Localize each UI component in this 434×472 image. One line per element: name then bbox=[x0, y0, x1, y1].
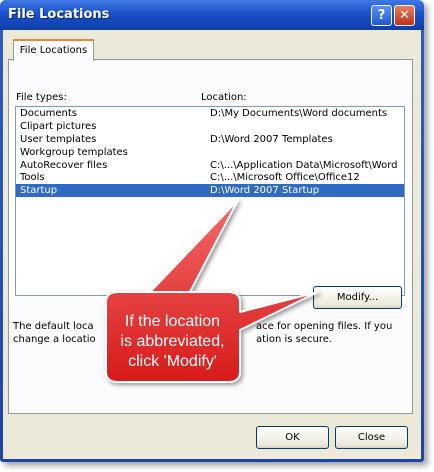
location-value: D:\Word 2007 Templates bbox=[210, 133, 333, 145]
ok-button[interactable]: OK bbox=[256, 426, 329, 449]
file-type: Documents bbox=[20, 108, 78, 119]
file-types-label: File types: bbox=[16, 92, 67, 103]
modify-button[interactable]: Modify... bbox=[313, 286, 402, 309]
file-type: AutoRecover files bbox=[20, 159, 108, 171]
file-type: Clipart pictures bbox=[20, 120, 97, 132]
list-item-selected[interactable]: Startup D:\Word 2007 Startup bbox=[16, 184, 404, 198]
file-type: User templates bbox=[20, 133, 97, 145]
close-window-button[interactable]: ✕ bbox=[394, 5, 415, 26]
location-value: C:\...\Application Data\Microsoft\Word bbox=[210, 159, 398, 171]
list-item[interactable]: User templates D:\Word 2007 Templates bbox=[16, 133, 404, 146]
info-line1-left: The default loca bbox=[13, 321, 94, 332]
file-type: Startup bbox=[20, 185, 58, 197]
list-item[interactable]: Clipart pictures bbox=[16, 120, 404, 133]
list-item[interactable]: Documents D:\My Documents\Word documents bbox=[16, 107, 404, 120]
list-item[interactable]: Workgroup templates bbox=[16, 146, 404, 159]
title-bar[interactable]: File Locations ? ✕ bbox=[0, 0, 424, 30]
info-text: The default loca ace for opening files. … bbox=[13, 320, 403, 346]
info-line2-right: ation is secure. bbox=[256, 334, 333, 345]
list-item[interactable]: AutoRecover files C:\...\Application Data… bbox=[16, 159, 404, 172]
info-line2-left: change a locatio bbox=[13, 334, 96, 345]
tab-file-locations[interactable]: File Locations bbox=[13, 39, 94, 61]
location-label: Location: bbox=[201, 92, 247, 103]
location-value: D:\My Documents\Word documents bbox=[210, 108, 388, 119]
file-type: Workgroup templates bbox=[20, 146, 128, 158]
location-value: D:\Word 2007 Startup bbox=[210, 185, 320, 197]
info-line1-right: ace for opening files. If you bbox=[256, 321, 393, 332]
window-title: File Locations bbox=[8, 7, 110, 22]
file-locations-list[interactable]: Documents D:\My Documents\Word documents … bbox=[15, 106, 405, 296]
list-item[interactable]: Tools C:\...\Microsoft Office\Office12 bbox=[16, 171, 404, 184]
close-button[interactable]: Close bbox=[335, 426, 408, 449]
file-type: Tools bbox=[20, 172, 45, 184]
help-button[interactable]: ? bbox=[371, 5, 392, 26]
location-value: C:\...\Microsoft Office\Office12 bbox=[210, 172, 360, 184]
dialog-body: File Locations File types: Location: Doc… bbox=[3, 30, 421, 459]
dialog-window: File Locations ? ✕ File Locations File t… bbox=[0, 0, 424, 462]
